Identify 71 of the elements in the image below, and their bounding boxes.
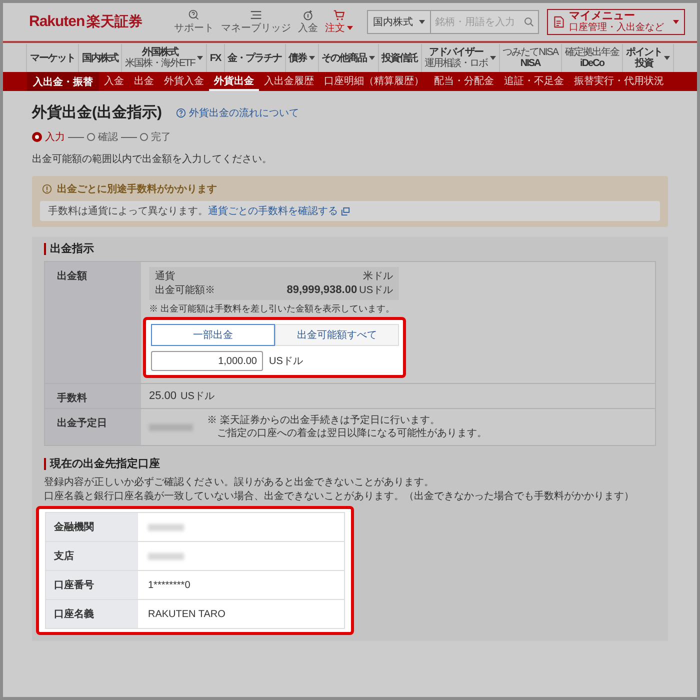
subnav-tab[interactable]: 口座明細（精算履歴）	[319, 72, 429, 91]
search-field[interactable]: 銘柄・用語を入力	[431, 10, 539, 34]
caret-icon	[368, 56, 375, 60]
currency-value: 米ドル	[363, 270, 393, 284]
caret-icon	[419, 20, 425, 24]
page-title: 外貨出金(出金指示)	[32, 103, 162, 122]
note-text: 登録内容が正しいか必ずご確認ください。誤りがあると出金できないことがあります。	[44, 476, 435, 490]
step-label: 入力	[45, 130, 65, 144]
logo-wordmark[interactable]: Rakuten	[29, 13, 85, 30]
cart-icon	[333, 9, 345, 21]
row-label: 手数料	[45, 384, 141, 408]
available-label: 出金可能額※	[155, 284, 215, 298]
help-link[interactable]: 外貨出金の流れについて	[176, 106, 299, 120]
document-icon	[553, 16, 565, 28]
section-menu-title[interactable]: 入出金・振替	[27, 72, 99, 91]
subnav-tab[interactable]: 外貨入金	[159, 72, 209, 91]
amount-field[interactable]: 1,000.00	[151, 351, 263, 372]
available-amount: 89,999,938.00	[286, 283, 358, 298]
row-label: 口座番号	[46, 571, 138, 600]
subnav-tab[interactable]: 外貨出金	[209, 72, 259, 91]
subnav-tab[interactable]: 追証・不足金	[499, 72, 569, 91]
caret-icon	[673, 20, 679, 24]
utility-link[interactable]: 入金	[298, 9, 318, 35]
unit-label: USドル	[269, 355, 303, 368]
caret-icon	[308, 56, 315, 60]
utility-link[interactable]: サポート	[174, 9, 214, 35]
question-icon	[176, 108, 186, 118]
fee-note: 手数料は通貨によって異なります。	[48, 204, 208, 218]
caret-icon	[664, 56, 670, 60]
unit-label: USドル	[180, 390, 214, 404]
step-label: 確認	[98, 130, 118, 144]
fee-link[interactable]: 通貨ごとの手数料を確認する	[208, 204, 350, 218]
row-label: 出金予定日	[45, 409, 141, 446]
list-icon	[250, 9, 262, 21]
section-title: 現在の出金先指定口座	[44, 458, 656, 470]
fee-value: 25.00	[149, 390, 177, 402]
row-label: 金融機関	[46, 513, 138, 542]
caret-icon	[347, 26, 353, 30]
notice-title: 出金ごとに別途手数料がかかります	[57, 182, 217, 196]
step-label: 完了	[151, 130, 171, 144]
row-label: 口座名義	[46, 600, 138, 628]
caret-icon	[490, 56, 496, 60]
my-menu-button[interactable]: マイメニュー 口座管理・入出金など	[547, 9, 685, 35]
utility-link[interactable]: 注文	[325, 9, 353, 35]
subnav-tab[interactable]: 入金	[99, 72, 129, 91]
search-icon[interactable]	[524, 17, 534, 27]
option-toggle[interactable]: 出金可能額すべて	[275, 324, 399, 346]
available-note: ※ 出金可能額は手数料を差し引いた金額を表示しています。	[149, 303, 396, 316]
row-label: 支店	[46, 542, 138, 570]
section-title: 出金指示	[44, 243, 656, 256]
option-toggle[interactable]: 一部出金	[151, 324, 275, 346]
subnav-tab[interactable]: 振替実行・代用状況	[569, 72, 669, 91]
currency-label: 通貨	[155, 270, 175, 284]
unit-label: USドル	[359, 284, 393, 298]
note-text: 口座名義と銀行口座名義が一致していない場合、出金できないことがあります。（出金できなかった場合でも手数料がかかります）	[44, 490, 635, 504]
coin-icon	[302, 9, 314, 21]
account-value: 1********0	[148, 580, 190, 591]
logo-kanji[interactable]: 楽天証券	[86, 13, 143, 31]
subnav-tab[interactable]: 入出金履歴	[259, 72, 319, 91]
note-text: ※ 楽天証券からの出金手続きは予定日に行います。	[207, 414, 441, 428]
account-value: RAKUTEN TARO	[148, 608, 226, 620]
category-select[interactable]: 国内株式	[367, 10, 431, 34]
row-label: 出金額	[45, 262, 141, 384]
instruction-text: 出金可能額の範囲以内で出金額を入力してください。	[32, 152, 273, 166]
caret-icon	[196, 56, 203, 60]
external-window-icon	[341, 206, 350, 216]
subnav-tab[interactable]: 配当・分配金	[429, 72, 499, 91]
utility-link[interactable]: マネーブリッジ	[221, 9, 291, 35]
note-text: ご指定の口座への着金は翌日以降になる可能性があります。	[216, 427, 487, 440]
subnav-tab[interactable]: 出金	[129, 72, 159, 91]
info-icon	[42, 184, 52, 194]
